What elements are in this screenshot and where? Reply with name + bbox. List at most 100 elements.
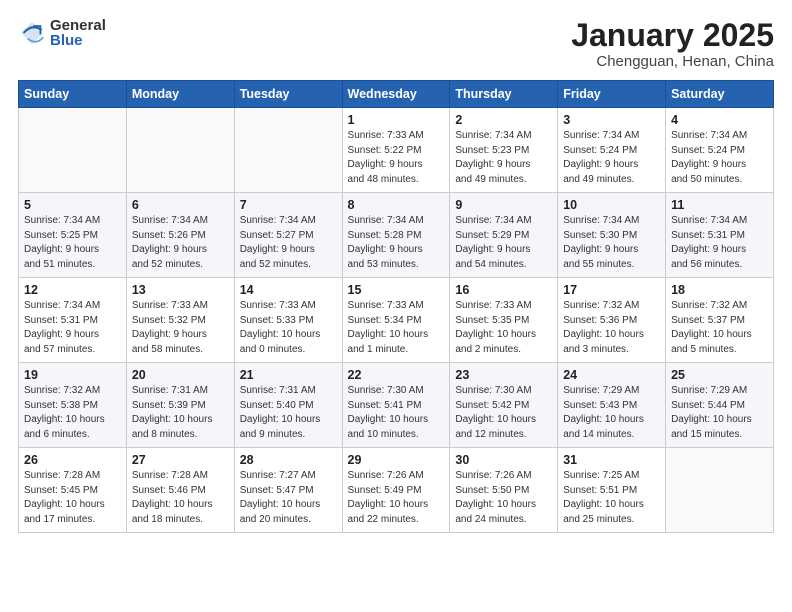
calendar-cell: 4 Sunrise: 7:34 AM Sunset: 5:24 PM Daylig… <box>666 108 774 193</box>
calendar-cell: 25Sunrise: 7:29 AM Sunset: 5:44 PM Dayli… <box>666 363 774 448</box>
day-info: Sunrise: 7:29 AM Sunset: 5:43 PM Dayligh… <box>563 384 660 442</box>
logo-blue-text: Blue <box>50 33 106 48</box>
day-number: 27 <box>132 453 229 467</box>
day-number: 8 <box>348 198 445 212</box>
week-row-1: 1 Sunrise: 7:33 AM Sunset: 5:22 PM Daylig… <box>19 108 774 193</box>
day-number: 4 <box>671 113 768 127</box>
calendar-header-row: SundayMondayTuesdayWednesdayThursdayFrid… <box>19 81 774 108</box>
day-number: 11 <box>671 198 768 212</box>
header-day-monday: Monday <box>126 81 234 108</box>
calendar-cell: 19 Sunrise: 7:32 AM Sunset: 5:38 PM Dayli… <box>19 363 127 448</box>
day-number: 7 <box>240 198 337 212</box>
day-info: Sunrise: 7:34 AM Sunset: 5:26 PM Dayligh… <box>132 214 229 272</box>
calendar-cell: 31Sunrise: 7:25 AM Sunset: 5:51 PM Dayli… <box>558 448 666 533</box>
day-number: 14 <box>240 283 337 297</box>
day-number: 21 <box>240 368 337 382</box>
day-number: 1 <box>348 113 445 127</box>
day-info: Sunrise: 7:26 AM Sunset: 5:50 PM Dayligh… <box>455 469 552 527</box>
day-info: Sunrise: 7:34 AM Sunset: 5:24 PM Dayligh… <box>563 129 660 187</box>
calendar-cell: 13Sunrise: 7:33 AM Sunset: 5:32 PM Dayli… <box>126 278 234 363</box>
calendar-cell: 28 Sunrise: 7:27 AM Sunset: 5:47 PM Dayli… <box>234 448 342 533</box>
day-info: Sunrise: 7:30 AM Sunset: 5:42 PM Dayligh… <box>455 384 552 442</box>
day-info: Sunrise: 7:34 AM Sunset: 5:30 PM Dayligh… <box>563 214 660 272</box>
page: General Blue January 2025 Chengguan, Hen… <box>0 0 792 551</box>
calendar-cell <box>126 108 234 193</box>
calendar-cell <box>19 108 127 193</box>
logo: General Blue <box>18 18 106 48</box>
day-info: Sunrise: 7:27 AM Sunset: 5:47 PM Dayligh… <box>240 469 337 527</box>
day-info: Sunrise: 7:33 AM Sunset: 5:35 PM Dayligh… <box>455 299 552 357</box>
calendar-cell: 21 Sunrise: 7:31 AM Sunset: 5:40 PM Dayli… <box>234 363 342 448</box>
calendar-cell: 7 Sunrise: 7:34 AM Sunset: 5:27 PM Daylig… <box>234 193 342 278</box>
header-day-thursday: Thursday <box>450 81 558 108</box>
calendar-cell <box>234 108 342 193</box>
day-info: Sunrise: 7:25 AM Sunset: 5:51 PM Dayligh… <box>563 469 660 527</box>
day-info: Sunrise: 7:31 AM Sunset: 5:39 PM Dayligh… <box>132 384 229 442</box>
header-day-friday: Friday <box>558 81 666 108</box>
calendar-cell: 14 Sunrise: 7:33 AM Sunset: 5:33 PM Dayli… <box>234 278 342 363</box>
header-day-tuesday: Tuesday <box>234 81 342 108</box>
calendar-cell: 12Sunrise: 7:34 AM Sunset: 5:31 PM Dayli… <box>19 278 127 363</box>
logo-general-text: General <box>50 18 106 33</box>
day-number: 16 <box>455 283 552 297</box>
day-info: Sunrise: 7:34 AM Sunset: 5:31 PM Dayligh… <box>671 214 768 272</box>
day-info: Sunrise: 7:32 AM Sunset: 5:37 PM Dayligh… <box>671 299 768 357</box>
day-number: 29 <box>348 453 445 467</box>
month-title: January 2025 <box>571 18 774 53</box>
day-info: Sunrise: 7:34 AM Sunset: 5:27 PM Dayligh… <box>240 214 337 272</box>
week-row-3: 12Sunrise: 7:34 AM Sunset: 5:31 PM Dayli… <box>19 278 774 363</box>
day-number: 5 <box>24 198 121 212</box>
day-number: 2 <box>455 113 552 127</box>
calendar-cell: 22 Sunrise: 7:30 AM Sunset: 5:41 PM Dayli… <box>342 363 450 448</box>
day-number: 25 <box>671 368 768 382</box>
calendar-cell: 26Sunrise: 7:28 AM Sunset: 5:45 PM Dayli… <box>19 448 127 533</box>
location-title: Chengguan, Henan, China <box>571 53 774 70</box>
day-info: Sunrise: 7:34 AM Sunset: 5:25 PM Dayligh… <box>24 214 121 272</box>
calendar-cell: 18 Sunrise: 7:32 AM Sunset: 5:37 PM Dayli… <box>666 278 774 363</box>
day-number: 26 <box>24 453 121 467</box>
header-day-wednesday: Wednesday <box>342 81 450 108</box>
day-number: 12 <box>24 283 121 297</box>
day-info: Sunrise: 7:31 AM Sunset: 5:40 PM Dayligh… <box>240 384 337 442</box>
week-row-5: 26Sunrise: 7:28 AM Sunset: 5:45 PM Dayli… <box>19 448 774 533</box>
day-info: Sunrise: 7:34 AM Sunset: 5:29 PM Dayligh… <box>455 214 552 272</box>
calendar-cell: 20 Sunrise: 7:31 AM Sunset: 5:39 PM Dayli… <box>126 363 234 448</box>
day-number: 18 <box>671 283 768 297</box>
day-number: 28 <box>240 453 337 467</box>
day-number: 30 <box>455 453 552 467</box>
day-number: 17 <box>563 283 660 297</box>
day-info: Sunrise: 7:33 AM Sunset: 5:33 PM Dayligh… <box>240 299 337 357</box>
calendar-cell: 17 Sunrise: 7:32 AM Sunset: 5:36 PM Dayli… <box>558 278 666 363</box>
day-info: Sunrise: 7:34 AM Sunset: 5:24 PM Dayligh… <box>671 129 768 187</box>
day-info: Sunrise: 7:32 AM Sunset: 5:38 PM Dayligh… <box>24 384 121 442</box>
logo-icon <box>18 19 46 47</box>
week-row-4: 19 Sunrise: 7:32 AM Sunset: 5:38 PM Dayli… <box>19 363 774 448</box>
calendar-cell: 15Sunrise: 7:33 AM Sunset: 5:34 PM Dayli… <box>342 278 450 363</box>
calendar-cell: 16 Sunrise: 7:33 AM Sunset: 5:35 PM Dayli… <box>450 278 558 363</box>
calendar-cell: 6 Sunrise: 7:34 AM Sunset: 5:26 PM Daylig… <box>126 193 234 278</box>
day-number: 22 <box>348 368 445 382</box>
calendar-table: SundayMondayTuesdayWednesdayThursdayFrid… <box>18 80 774 533</box>
day-number: 20 <box>132 368 229 382</box>
day-number: 6 <box>132 198 229 212</box>
calendar-cell: 24Sunrise: 7:29 AM Sunset: 5:43 PM Dayli… <box>558 363 666 448</box>
day-info: Sunrise: 7:33 AM Sunset: 5:34 PM Dayligh… <box>348 299 445 357</box>
day-info: Sunrise: 7:33 AM Sunset: 5:22 PM Dayligh… <box>348 129 445 187</box>
calendar-cell <box>666 448 774 533</box>
title-block: January 2025 Chengguan, Henan, China <box>571 18 774 70</box>
week-row-2: 5 Sunrise: 7:34 AM Sunset: 5:25 PM Daylig… <box>19 193 774 278</box>
header-day-saturday: Saturday <box>666 81 774 108</box>
day-number: 3 <box>563 113 660 127</box>
calendar-cell: 10Sunrise: 7:34 AM Sunset: 5:30 PM Dayli… <box>558 193 666 278</box>
day-info: Sunrise: 7:32 AM Sunset: 5:36 PM Dayligh… <box>563 299 660 357</box>
day-info: Sunrise: 7:30 AM Sunset: 5:41 PM Dayligh… <box>348 384 445 442</box>
day-number: 19 <box>24 368 121 382</box>
day-info: Sunrise: 7:33 AM Sunset: 5:32 PM Dayligh… <box>132 299 229 357</box>
day-info: Sunrise: 7:26 AM Sunset: 5:49 PM Dayligh… <box>348 469 445 527</box>
calendar-cell: 9Sunrise: 7:34 AM Sunset: 5:29 PM Daylig… <box>450 193 558 278</box>
calendar-cell: 27 Sunrise: 7:28 AM Sunset: 5:46 PM Dayli… <box>126 448 234 533</box>
calendar-cell: 3 Sunrise: 7:34 AM Sunset: 5:24 PM Daylig… <box>558 108 666 193</box>
calendar-cell: 5 Sunrise: 7:34 AM Sunset: 5:25 PM Daylig… <box>19 193 127 278</box>
day-info: Sunrise: 7:34 AM Sunset: 5:28 PM Dayligh… <box>348 214 445 272</box>
day-info: Sunrise: 7:28 AM Sunset: 5:46 PM Dayligh… <box>132 469 229 527</box>
